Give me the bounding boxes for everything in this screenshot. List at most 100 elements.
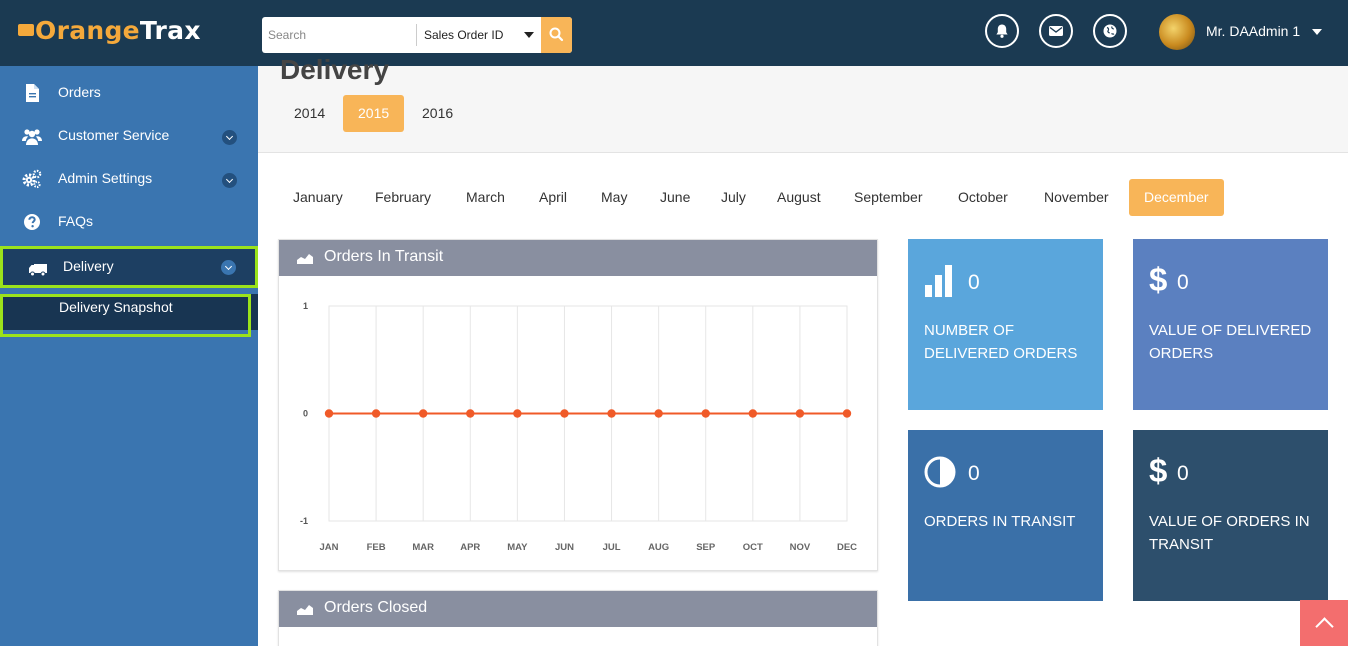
stat-label: VALUE OF DELIVERED ORDERS (1149, 322, 1312, 362)
sidebar-item-label: Customer Service (58, 127, 170, 143)
globe-icon (1103, 24, 1117, 38)
search-divider (416, 24, 417, 46)
sidebar-item-admin-settings[interactable]: Admin Settings (0, 159, 258, 199)
panel-header: Orders Closed (279, 591, 877, 627)
stat-label: VALUE OF ORDERS IN TRANSIT (1149, 513, 1310, 553)
stat-value: 0 (968, 271, 980, 294)
search-icon (549, 27, 564, 42)
notifications-button[interactable] (985, 14, 1019, 48)
year-selector-panel: Delivery 2014 2015 2016 (258, 54, 1348, 153)
stat-orders-in-transit: 0 ORDERS IN TRANSIT (908, 430, 1103, 601)
search-input[interactable] (262, 17, 416, 53)
scroll-to-top-button[interactable] (1300, 600, 1348, 646)
document-icon (26, 84, 39, 102)
stat-value: 0 (968, 462, 980, 485)
bar-chart-icon (925, 265, 952, 297)
x-tick-label: AUG (648, 542, 669, 553)
stat-delivered-value: $ 0 VALUE OF DELIVERED ORDERS (1133, 239, 1328, 410)
half-circle-icon (924, 456, 956, 488)
month-tab-june[interactable]: June (645, 179, 705, 216)
x-tick-label: MAY (507, 542, 528, 553)
stat-label: ORDERS IN TRANSIT (924, 513, 1076, 530)
month-tab-december[interactable]: December (1129, 179, 1224, 216)
stat-label: NUMBER OF DELIVERED ORDERS (924, 322, 1078, 362)
stat-transit-value: $ 0 VALUE OF ORDERS IN TRANSIT (1133, 430, 1328, 601)
data-point (560, 409, 569, 418)
year-tab-2016[interactable]: 2016 (407, 95, 468, 132)
y-tick-label: 0 (303, 409, 308, 419)
area-chart-icon (297, 254, 313, 264)
month-tab-november[interactable]: November (1029, 179, 1124, 216)
month-tab-january[interactable]: January (278, 179, 358, 216)
dollar-icon: $ (1149, 261, 1168, 298)
user-menu-chevron-icon[interactable] (1312, 29, 1322, 35)
sidebar-item-delivery[interactable]: Delivery (0, 246, 258, 288)
sidebar-item-orders[interactable]: Orders (0, 73, 258, 113)
orders-in-transit-chart: 1 0 -1 JAN FEB MAR APR MAY JUN JUL AUG SEP OCT NOV DEC (300, 301, 857, 553)
page-title: Delivery (280, 54, 389, 85)
dollar-icon: $ (1149, 452, 1168, 489)
x-tick-label: NOV (790, 542, 811, 553)
data-point (748, 409, 758, 418)
month-tab-march[interactable]: March (451, 179, 520, 216)
month-tab-august[interactable]: August (762, 179, 836, 216)
sidebar-item-label: Admin Settings (58, 170, 153, 186)
search-field-select[interactable]: Sales Order ID (424, 17, 503, 53)
x-tick-label: FEB (367, 542, 386, 553)
x-tick-label: JUL (603, 542, 621, 553)
highlight-frame (0, 294, 251, 337)
gears-icon (22, 169, 42, 189)
avatar[interactable] (1159, 14, 1195, 50)
main-content: Delivery 2014 2015 2016 January February… (258, 54, 1348, 646)
x-tick-label: DEC (837, 542, 857, 553)
search-bar: Sales Order ID (262, 17, 572, 53)
sidebar-item-faqs[interactable]: FAQs (0, 202, 258, 242)
user-name[interactable]: Mr. DAAdmin 1 (1206, 23, 1300, 39)
top-bar: OrangeTrax Sales Order ID Mr. DA (0, 0, 1348, 66)
x-tick-label: OCT (743, 542, 763, 553)
data-point (371, 409, 381, 418)
chevron-down-icon[interactable] (222, 173, 237, 188)
data-point (607, 409, 616, 418)
x-tick-label: JUN (555, 542, 574, 553)
year-tab-2015[interactable]: 2015 (343, 95, 405, 132)
question-circle-icon (24, 214, 40, 230)
caret-down-icon[interactable] (524, 32, 534, 38)
chevron-down-icon[interactable] (221, 260, 236, 275)
month-tab-october[interactable]: October (943, 179, 1023, 216)
month-tab-july[interactable]: July (706, 179, 761, 216)
year-tab-2014[interactable]: 2014 (279, 95, 340, 132)
panel-title: Orders In Transit (324, 248, 444, 265)
data-point (466, 409, 475, 418)
messages-button[interactable] (1039, 14, 1073, 48)
data-point (324, 409, 334, 418)
x-tick-label: JAN (319, 542, 338, 553)
stat-delivered-orders: 0 NUMBER OF DELIVERED ORDERS (908, 239, 1103, 410)
truck-icon (18, 24, 34, 36)
globe-button[interactable] (1093, 14, 1127, 48)
chevron-down-icon[interactable] (222, 130, 237, 145)
month-tab-september[interactable]: September (839, 179, 937, 216)
x-tick-label: APR (460, 542, 480, 553)
sidebar-item-customer-service[interactable]: Customer Service (0, 116, 258, 156)
stat-value: 0 (1177, 271, 1189, 294)
month-tab-february[interactable]: February (360, 179, 446, 216)
sidebar-item-label: FAQs (58, 213, 94, 229)
orders-in-transit-panel: Orders In Transit 1 0 -1 JAN FEB MAR APR MAY JUN… (278, 239, 878, 571)
panel-header: Orders In Transit (279, 240, 877, 276)
users-icon (22, 129, 42, 145)
month-tab-april[interactable]: April (524, 179, 582, 216)
orders-closed-panel: Orders Closed (278, 590, 878, 646)
truck-icon (29, 264, 47, 277)
data-point (795, 409, 805, 418)
sidebar-item-label: Orders (58, 84, 101, 100)
y-tick-label: -1 (300, 516, 308, 526)
data-point (842, 409, 852, 418)
search-button[interactable] (541, 17, 572, 53)
data-point (418, 409, 428, 418)
month-tab-may[interactable]: May (586, 179, 642, 216)
envelope-icon (1049, 26, 1063, 36)
brand-logo[interactable]: OrangeTrax (18, 16, 201, 45)
sidebar: Orders Customer Service Admin Settings F… (0, 66, 258, 646)
logo-text-range: range (56, 16, 140, 45)
